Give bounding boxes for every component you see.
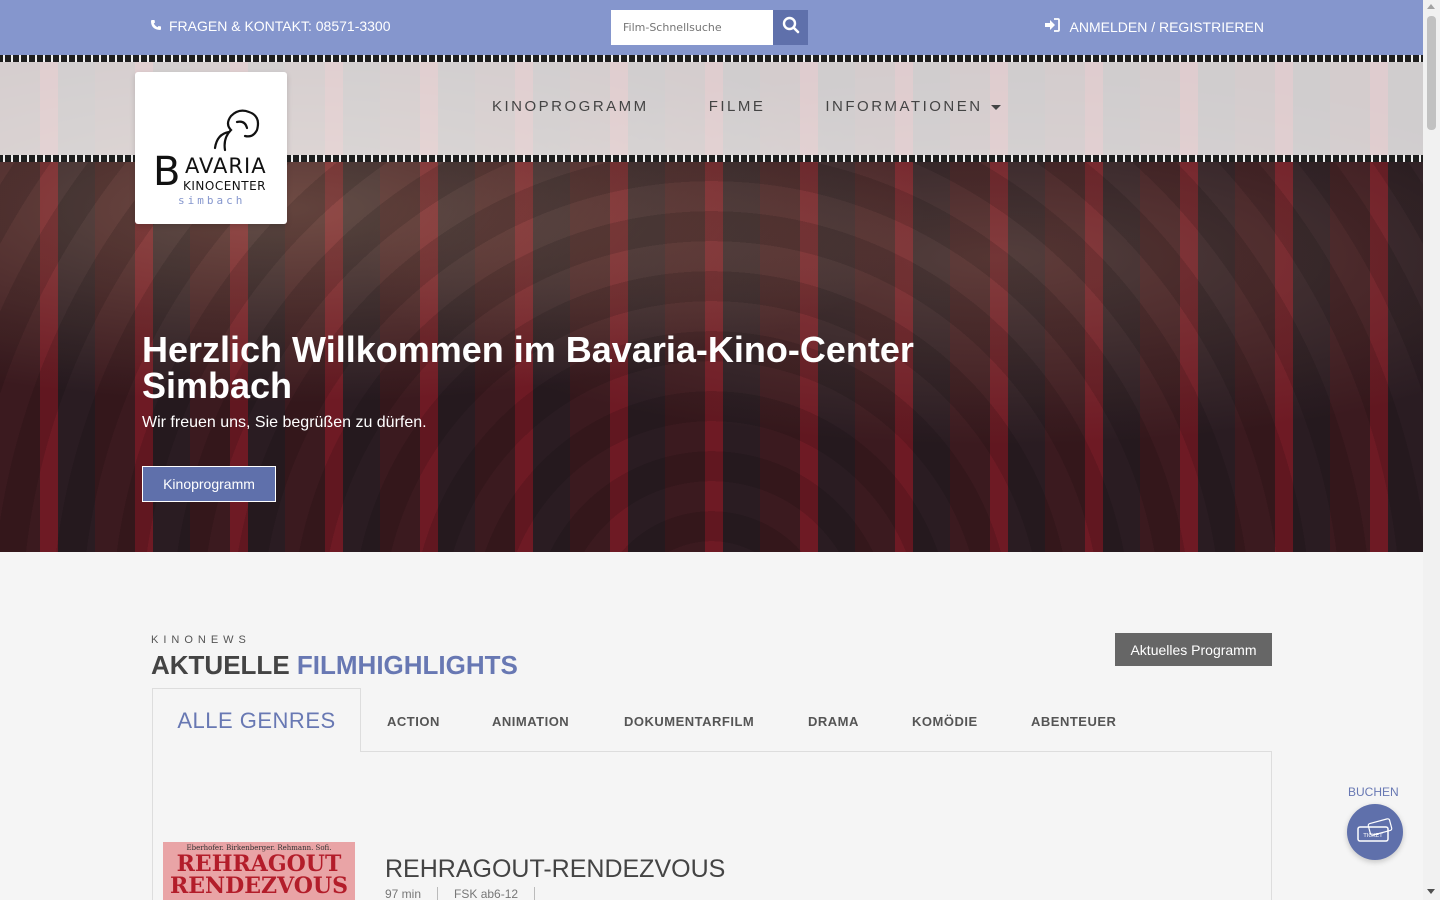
film-title[interactable]: REHRAGOUT-RENDEZVOUS — [385, 855, 725, 884]
main-nav: KINOPROGRAMM FILME INFORMATIONEN — [492, 98, 1001, 115]
search-input[interactable] — [611, 10, 773, 45]
tab-animation[interactable]: ANIMATION — [492, 714, 569, 729]
logo-letter: B — [153, 149, 181, 195]
ticket-icon-text: TICKET — [1362, 833, 1383, 839]
booking-button[interactable]: TICKET — [1347, 804, 1403, 860]
tab-komoedie[interactable]: KOMÖDIE — [912, 714, 978, 729]
nav-filme[interactable]: FILME — [709, 98, 766, 115]
quick-search — [611, 10, 808, 45]
sign-in-icon — [1044, 18, 1060, 35]
nav-kinoprogramm[interactable]: KINOPROGRAMM — [492, 98, 649, 115]
tab-dokumentarfilm[interactable]: DOKUMENTARFILM — [624, 714, 754, 729]
booking-label[interactable]: BUCHEN — [1348, 785, 1399, 799]
search-button[interactable] — [773, 10, 808, 45]
current-program-button[interactable]: Aktuelles Programm — [1115, 633, 1272, 666]
hero-subtitle: Wir freuen uns, Sie begrüßen zu dürfen. — [142, 414, 427, 431]
scroll-down-icon[interactable] — [1427, 889, 1435, 894]
film-strip-top — [0, 55, 1423, 62]
section-title-part1: AKTUELLE — [151, 650, 290, 680]
film-fsk: FSK ab6-12 — [437, 887, 518, 900]
ticket-icon: TICKET — [1357, 818, 1393, 842]
film-poster[interactable]: Eberhofer. Birkenberger. Rehmann. Sofi. … — [163, 842, 355, 900]
tab-abenteuer[interactable]: ABENTEUER — [1031, 714, 1116, 729]
genre-tabs: ALLE GENRES ACTION ANIMATION DOKUMENTARF… — [152, 688, 1272, 752]
scroll-thumb[interactable] — [1427, 16, 1436, 130]
section-title-part2: FILMHIGHLIGHTS — [296, 650, 518, 680]
scroll-up-icon[interactable] — [1427, 4, 1435, 9]
contact-text: FRAGEN & KONTAKT: 08571-3300 — [169, 18, 391, 34]
silhouette-logo-icon — [213, 109, 260, 152]
chevron-down-icon — [990, 105, 1001, 110]
contact-link[interactable]: FRAGEN & KONTAKT: 08571-3300 — [150, 18, 391, 34]
tab-all-genres[interactable]: ALLE GENRES — [152, 688, 361, 752]
nav-informationen-label: INFORMATIONEN — [825, 98, 983, 115]
phone-icon — [150, 19, 162, 34]
logo-word: AVARIA — [185, 154, 267, 178]
top-bar: FRAGEN & KONTAKT: 08571-3300 ANMELDEN / … — [0, 0, 1423, 56]
logo-subtitle: KINOCENTER — [183, 179, 267, 193]
tab-action[interactable]: ACTION — [387, 714, 440, 729]
section-title: AKTUELLE FILMHIGHLIGHTS — [151, 650, 518, 681]
nav-informationen[interactable]: INFORMATIONEN — [825, 98, 1001, 115]
film-meta: 97 min FSK ab6-12 — [385, 887, 551, 900]
film-duration: 97 min — [385, 887, 422, 900]
tab-drama[interactable]: DRAMA — [808, 714, 859, 729]
poster-title: REHRAGOUT RENDEZVOUS — [170, 851, 348, 899]
page-scrollbar[interactable] — [1423, 0, 1440, 900]
logo-city: simbach — [178, 194, 246, 207]
film-meta-empty — [534, 887, 551, 900]
search-icon — [782, 16, 800, 39]
login-link[interactable]: ANMELDEN / REGISTRIEREN — [1044, 18, 1264, 35]
login-text: ANMELDEN / REGISTRIEREN — [1069, 18, 1264, 35]
site-logo[interactable]: B AVARIA KINOCENTER simbach — [135, 72, 287, 224]
hero-program-button[interactable]: Kinoprogramm — [142, 466, 276, 502]
hero-title: Herzlich Willkommen im Bavaria-Kino-Cent… — [142, 329, 914, 406]
section-kicker: KINONEWS — [151, 634, 251, 646]
